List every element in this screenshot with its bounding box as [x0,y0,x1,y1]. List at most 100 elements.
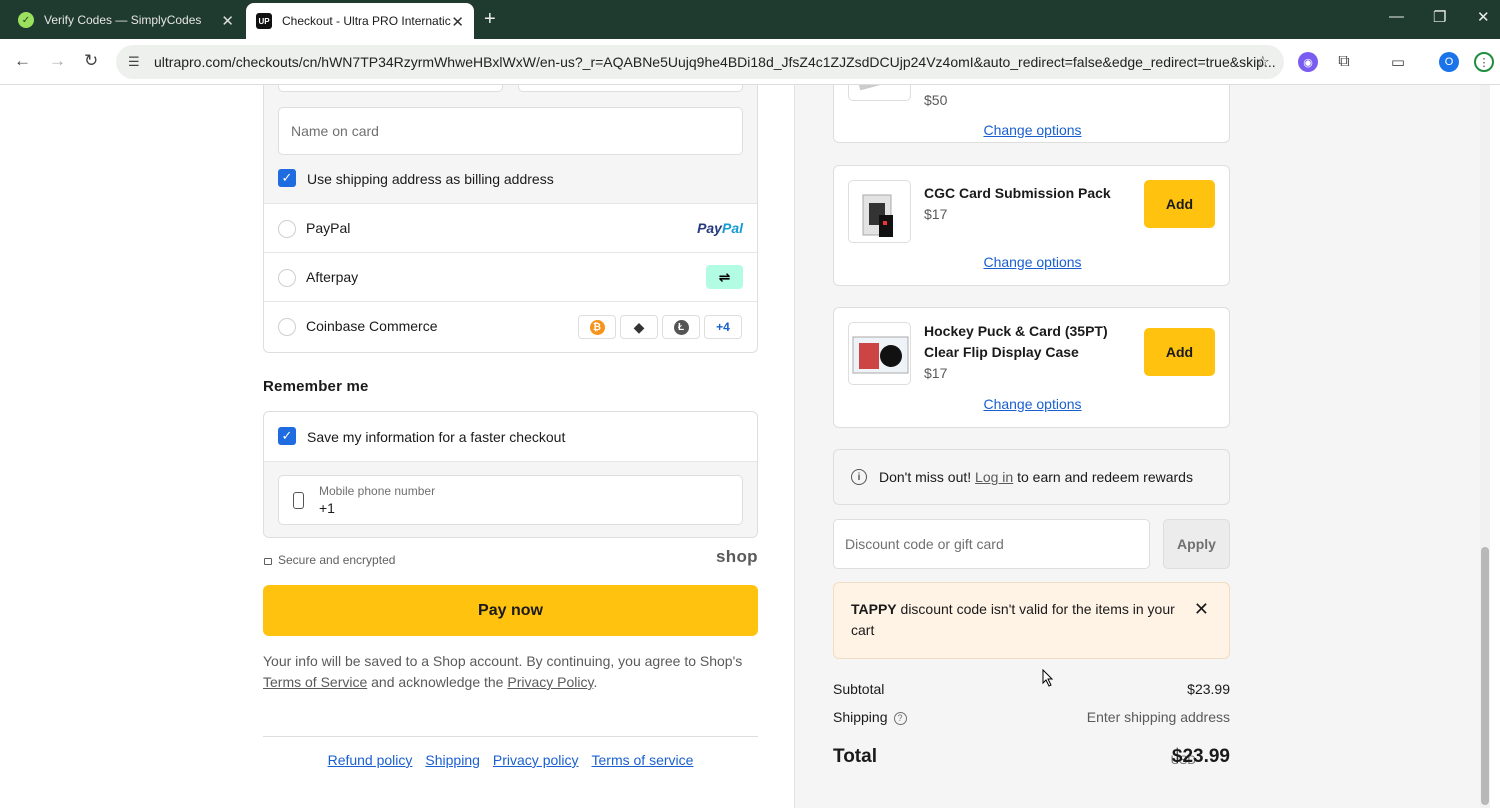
billing-address-label: Use shipping address as billing address [307,171,554,187]
paypal-label: PayPal [306,220,351,236]
subtotal-row: Subtotal $23.99 [833,681,1230,697]
product-price: $17 [924,365,948,381]
terms-of-service-link[interactable]: Terms of Service [263,674,367,690]
close-tab-icon[interactable]: ✕ [451,13,464,31]
security-code-input[interactable] [518,85,743,92]
back-icon[interactable]: ← [14,51,31,71]
bitcoin-icon: ₿ [578,315,616,339]
minimize-icon[interactable]: — [1389,8,1404,25]
paypal-logo: PayPal [697,220,743,236]
shipping-link[interactable]: Shipping [425,752,480,768]
phone-area: Mobile phone number +1 [264,461,757,537]
restore-icon[interactable]: ❐ [1433,8,1446,26]
discount-placeholder: Discount code or gift card [845,536,1004,552]
alert-text: discount code isn't valid for the items … [851,601,1175,638]
close-tab-icon[interactable]: ✕ [221,12,234,30]
close-window-icon[interactable]: ✕ [1477,8,1490,26]
simplycodes-extension-icon[interactable]: ◉ [1298,52,1318,72]
ultrapro-favicon-icon: UP [256,13,272,29]
extensions-icon[interactable]: ⧉ [1334,52,1354,72]
bookmark-star-icon[interactable]: ☆ [1256,52,1270,72]
save-info-label: Save my information for a faster checkou… [307,429,566,445]
ethereum-icon: ◆ [620,315,658,339]
shop-disclaimer: Your info will be saved to a Shop accoun… [263,651,758,693]
product-thumbnail [848,322,911,385]
url-text: ultrapro.com/checkouts/cn/hWN7TP34RzyrmW… [154,54,1276,70]
coinbase-radio[interactable] [278,318,296,336]
name-on-card-input[interactable]: Name on card [278,107,743,155]
refund-policy-link[interactable]: Refund policy [328,752,413,768]
order-summary-column: $50 Change options CGC Card Submission P… [794,85,1490,808]
upsell-card: CGC Card Submission Pack $17 Add Change … [833,165,1230,286]
product-name: Hockey Puck & Card (35PT) [924,323,1108,339]
payment-option-coinbase[interactable]: Coinbase Commerce ₿ ◆ Ł +4 [264,301,757,350]
profile-avatar[interactable]: O [1439,52,1459,72]
page-scrollbar[interactable] [1480,85,1490,808]
forward-icon[interactable]: → [49,51,66,71]
shipping-value: Enter shipping address [1086,709,1230,725]
reload-icon[interactable]: ↻ [84,51,98,71]
billing-address-checkbox[interactable]: ✓ [278,169,296,187]
log-in-link[interactable]: Log in [975,469,1013,485]
checkout-page: Name on card ✓ Use shipping address as b… [0,85,1500,808]
scrollbar-thumb[interactable] [1481,547,1489,805]
product-price: $50 [924,92,948,108]
secure-text: Secure and encrypted [278,553,396,567]
add-button[interactable]: Add [1144,328,1215,376]
change-options-link[interactable]: Change options [834,254,1231,270]
tab-checkout[interactable]: UP Checkout - Ultra PRO Internatic ✕ [246,3,474,39]
close-alert-icon[interactable]: ✕ [1194,599,1209,620]
upsell-card: $50 Change options [833,85,1230,143]
menu-icon[interactable]: ⋮ [1474,52,1494,72]
payment-option-paypal[interactable]: PayPal PayPal [264,203,757,252]
subtotal-value: $23.99 [1187,681,1230,697]
cast-icon[interactable]: ▭ [1388,52,1408,72]
afterpay-radio[interactable] [278,269,296,287]
remember-me-box: ✓ Save my information for a faster check… [263,411,758,538]
terms-of-service-footer-link[interactable]: Terms of service [592,752,694,768]
disclaimer-text: Your info will be saved to a Shop accoun… [263,653,743,669]
rewards-banner: i Don't miss out! Log in to earn and red… [833,449,1230,505]
secure-note: Secure and encrypted [264,553,395,567]
subtotal-label: Subtotal [833,681,885,697]
save-info-checkbox[interactable]: ✓ [278,427,296,445]
pay-now-button[interactable]: Pay now [263,585,758,636]
product-name: Clear Flip Display Case [924,344,1079,360]
shipping-row: Shipping? Enter shipping address [833,709,1230,725]
url-field[interactable]: ☰ ultrapro.com/checkouts/cn/hWN7TP34Rzyr… [116,45,1284,79]
rewards-text: Don't miss out! Log in to earn and redee… [879,469,1193,485]
privacy-policy-footer-link[interactable]: Privacy policy [493,752,579,768]
change-options-link[interactable]: Change options [834,396,1231,412]
discount-error-alert: TAPPY discount code isn't valid for the … [833,582,1230,659]
paypal-radio[interactable] [278,220,296,238]
policy-links: Refund policy Shipping Privacy policy Te… [263,752,758,768]
privacy-policy-link[interactable]: Privacy Policy [507,674,593,690]
rewards-pre: Don't miss out! [879,469,976,485]
more-crypto-badge: +4 [704,315,742,339]
help-icon[interactable]: ? [893,712,907,725]
total-value: $23.99 [1171,746,1230,767]
add-button[interactable]: Add [1144,180,1215,228]
payment-option-afterpay[interactable]: Afterpay ⇌ [264,252,757,301]
tab-simplycodes[interactable]: ✓ Verify Codes — SimplyCodes ✕ [8,4,244,36]
disclaimer-text: . [593,674,598,690]
phone-icon [293,492,304,509]
payment-methods-box: Name on card ✓ Use shipping address as b… [263,85,758,353]
site-info-icon[interactable]: ☰ [128,54,144,70]
phone-value: +1 [319,500,335,516]
change-options-link[interactable]: Change options [834,122,1231,138]
disclaimer-text: and acknowledge the [367,674,508,690]
mouse-cursor-icon [1042,669,1054,687]
alert-message: TAPPY discount code isn't valid for the … [851,599,1181,641]
apply-button[interactable]: Apply [1163,519,1230,569]
discount-code-input[interactable]: Discount code or gift card [833,519,1150,569]
lock-icon [264,557,272,565]
name-on-card-placeholder: Name on card [291,123,379,139]
phone-label: Mobile phone number [319,484,436,498]
mobile-phone-input[interactable]: Mobile phone number +1 [278,475,743,525]
expiration-input[interactable] [278,85,503,92]
product-thumbnail [848,85,911,101]
product-price: $17 [924,206,948,222]
new-tab-icon[interactable]: + [484,8,496,31]
product-thumbnail [848,180,911,243]
